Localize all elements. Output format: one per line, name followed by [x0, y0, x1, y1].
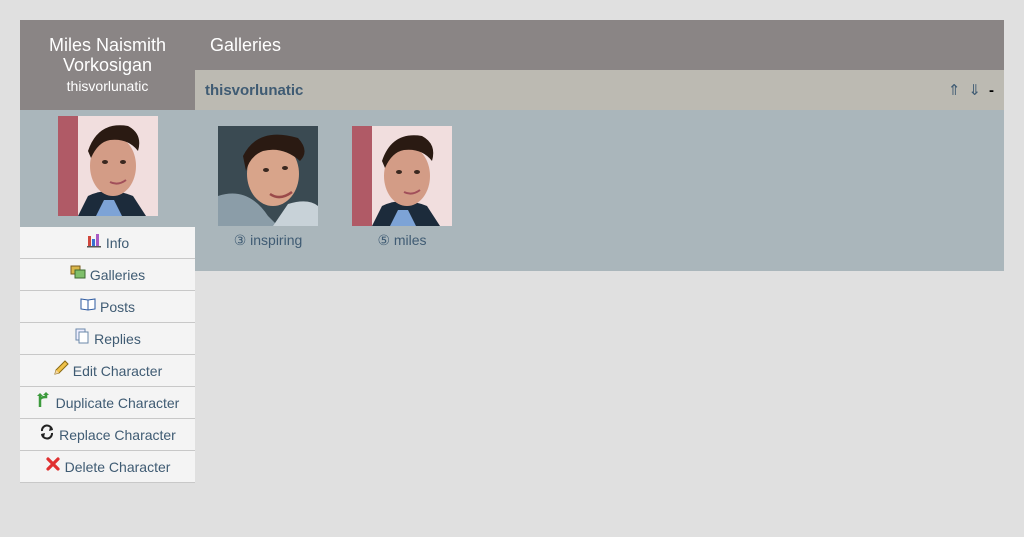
nav-delete-character[interactable]: Delete Character	[20, 451, 195, 483]
bar-chart-icon	[86, 232, 102, 248]
nav-replies-label: Replies	[94, 330, 141, 347]
x-icon	[45, 456, 61, 472]
character-nav: Info Galleries Posts Replies Edit Charac…	[20, 227, 195, 483]
sidebar: Miles Naismith Vorkosigan thisvorlunatic	[20, 20, 195, 483]
character-name: Miles Naismith Vorkosigan	[48, 35, 167, 75]
app: Miles Naismith Vorkosigan thisvorlunatic	[20, 20, 1004, 483]
nav-galleries-label: Galleries	[89, 266, 146, 283]
nav-edit-label: Edit Character	[72, 362, 163, 379]
icon-image[interactable]	[352, 126, 452, 226]
gallery-icon	[70, 264, 86, 280]
gallery-panel: thisvorlunatic ⇑ ⇓ - ③ inspiring ⑤ miles	[195, 70, 1004, 271]
icon-caption[interactable]: ⑤ miles	[352, 232, 452, 249]
page-title: Galleries	[195, 20, 1004, 70]
nav-replace-character[interactable]: Replace Character	[20, 419, 195, 451]
nav-galleries[interactable]: Galleries	[20, 259, 195, 291]
refresh-icon	[39, 423, 55, 440]
character-header: Miles Naismith Vorkosigan thisvorlunatic	[20, 20, 195, 110]
nav-edit-character[interactable]: Edit Character	[20, 355, 195, 387]
character-screenname[interactable]: thisvorlunatic	[20, 76, 195, 96]
icon-image[interactable]	[218, 126, 318, 226]
avatar-box	[20, 110, 195, 227]
avatar[interactable]	[58, 116, 158, 216]
gallery-header: thisvorlunatic ⇑ ⇓ -	[195, 70, 1004, 110]
gallery-icon-card[interactable]: ⑤ miles	[352, 126, 452, 249]
nav-info-label: Info	[105, 234, 130, 251]
branch-icon	[36, 391, 52, 408]
nav-replace-label: Replace Character	[59, 426, 176, 443]
gallery-title[interactable]: thisvorlunatic	[205, 82, 303, 99]
nav-delete-label: Delete Character	[64, 458, 171, 475]
nav-posts-label: Posts	[99, 298, 135, 315]
move-down-icon[interactable]: ⇓	[968, 81, 981, 99]
pages-icon	[74, 328, 90, 344]
pencil-icon	[53, 359, 69, 376]
move-up-icon[interactable]: ⇑	[948, 81, 961, 99]
book-icon	[80, 296, 96, 312]
collapse-button[interactable]: -	[989, 82, 994, 99]
nav-replies[interactable]: Replies	[20, 323, 195, 355]
nav-duplicate-character[interactable]: Duplicate Character	[20, 387, 195, 419]
gallery-icons: ③ inspiring ⑤ miles	[195, 110, 1004, 271]
main-content: Galleries thisvorlunatic ⇑ ⇓ - ③ inspiri…	[195, 20, 1004, 271]
icon-caption[interactable]: ③ inspiring	[218, 232, 318, 249]
gallery-controls: ⇑ ⇓ -	[948, 81, 994, 100]
nav-info[interactable]: Info	[20, 227, 195, 259]
nav-posts[interactable]: Posts	[20, 291, 195, 323]
gallery-icon-card[interactable]: ③ inspiring	[218, 126, 318, 249]
nav-duplicate-label: Duplicate Character	[55, 394, 180, 411]
